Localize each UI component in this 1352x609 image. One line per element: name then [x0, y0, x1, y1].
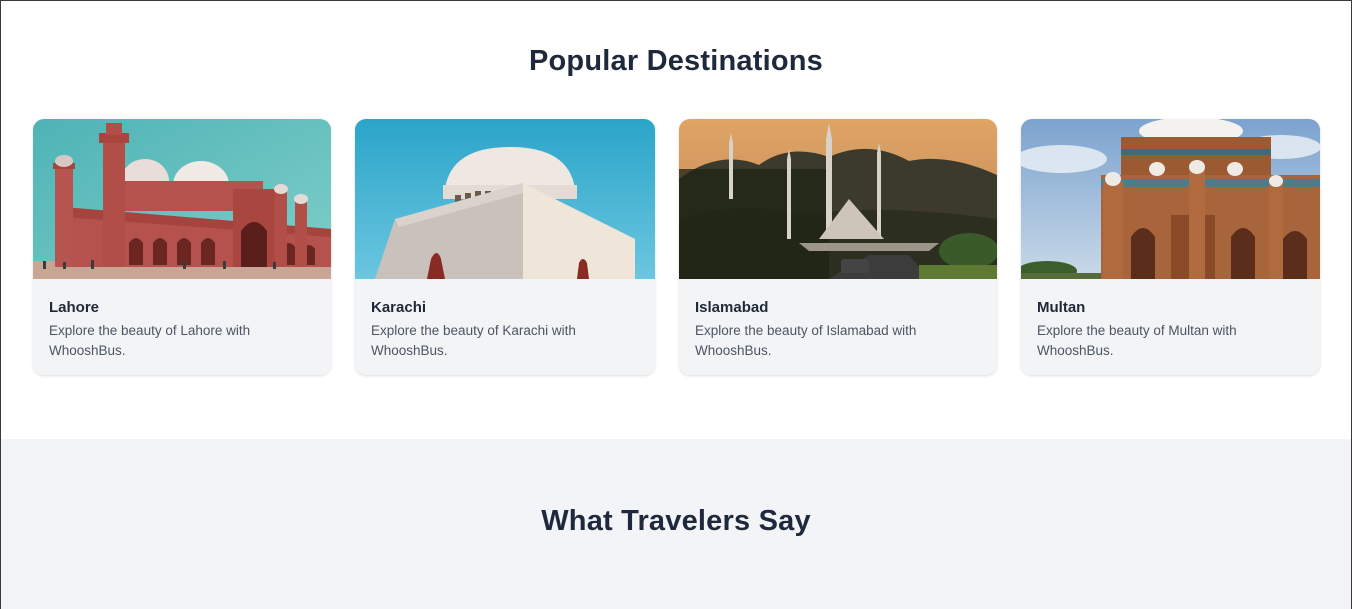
card-description: Explore the beauty of Islamabad with Who… [695, 323, 917, 358]
popular-destinations-section: Popular Destinations Lahore Explore the … [1, 1, 1351, 439]
section-heading: What Travelers Say [541, 505, 811, 537]
card-description: Explore the beauty of Lahore with Whoosh… [49, 323, 251, 358]
card-title: Karachi [371, 299, 427, 316]
card-title: Islamabad [695, 299, 769, 316]
mazar-e-quaid-image [355, 119, 655, 279]
testimonials-section: What Travelers Say [1, 439, 1351, 609]
card-title: Lahore [49, 299, 100, 316]
shah-rukn-e-alam-image [1021, 119, 1320, 279]
destination-card-karachi[interactable]: Karachi Explore the beauty of Karachi wi… [355, 119, 655, 375]
destination-card-multan[interactable]: Multan Explore the beauty of Multan with… [1021, 119, 1320, 375]
destination-card-lahore[interactable]: Lahore Explore the beauty of Lahore with… [33, 119, 331, 375]
badshahi-mosque-image [33, 119, 331, 279]
card-description: Explore the beauty of Karachi with Whoos… [371, 323, 576, 358]
destination-card-islamabad[interactable]: Islamabad Explore the beauty of Islamaba… [679, 119, 997, 375]
card-description: Explore the beauty of Multan with Whoosh… [1037, 323, 1237, 358]
faisal-mosque-image [679, 119, 997, 279]
card-title: Multan [1037, 299, 1086, 316]
section-heading: Popular Destinations [528, 45, 824, 77]
